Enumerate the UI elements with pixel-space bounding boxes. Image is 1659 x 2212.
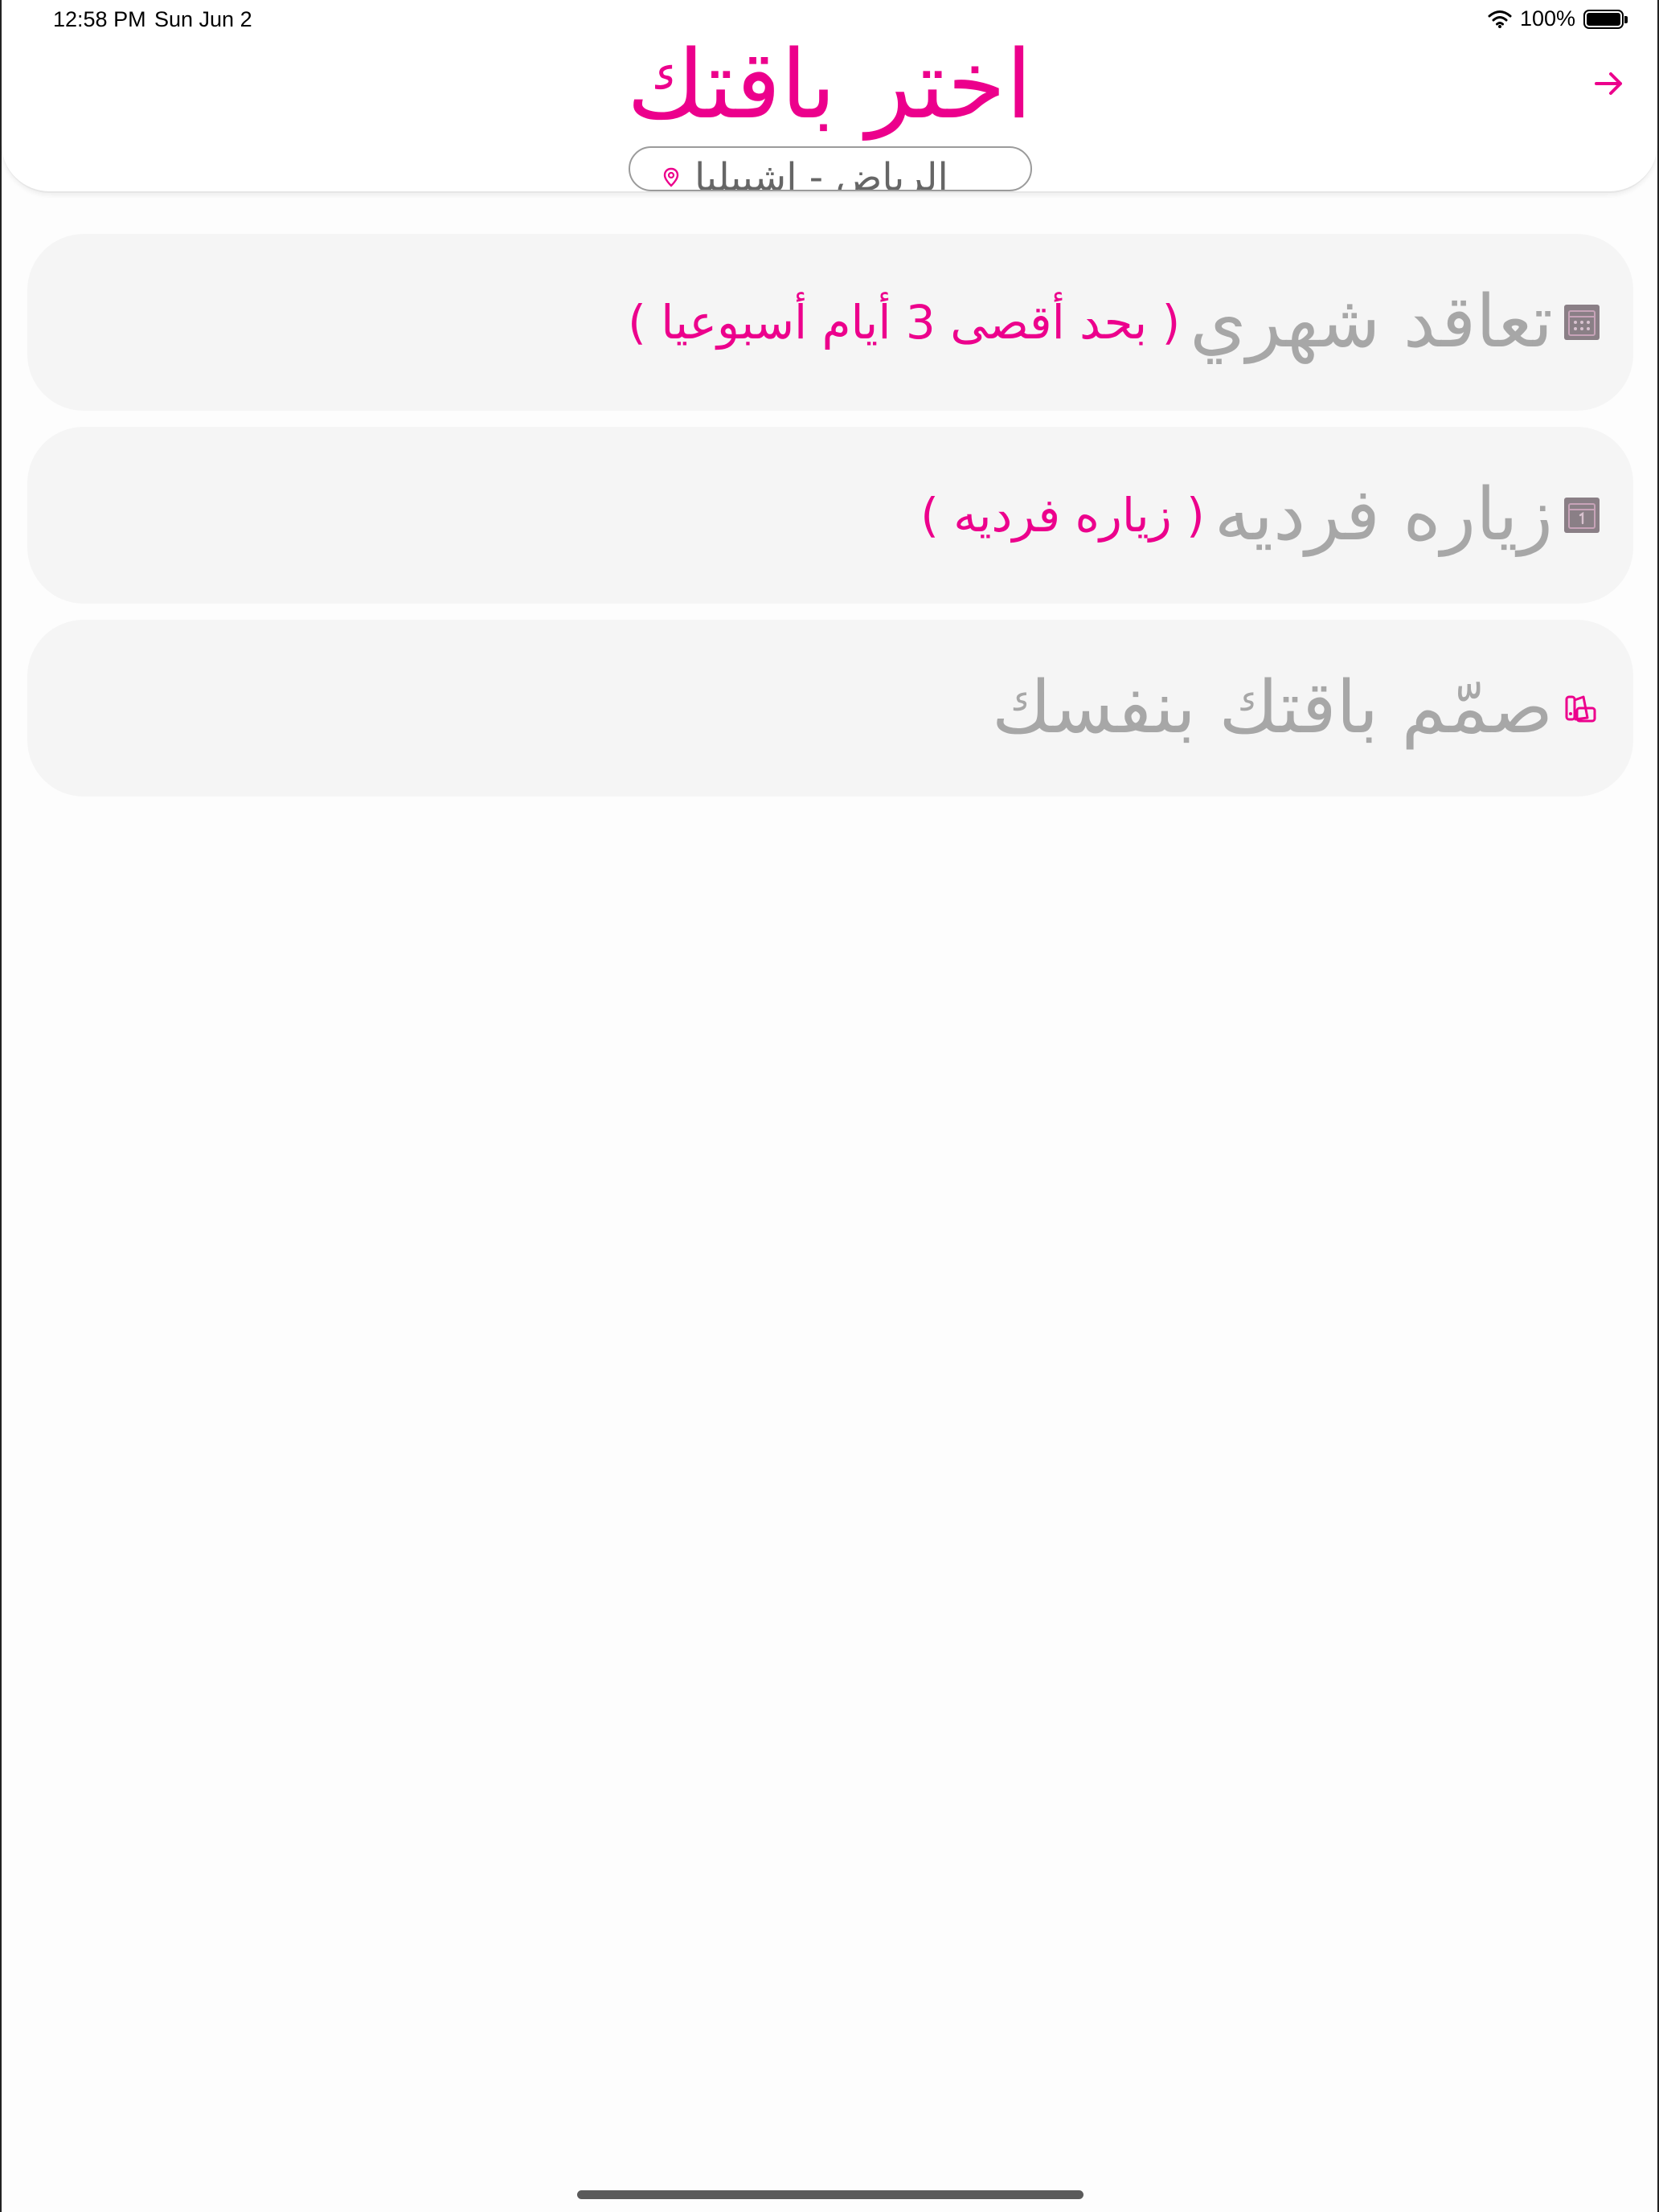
home-indicator	[577, 2190, 1083, 2199]
package-note: ( بحد أقصى 3 أيام أسبوعيا )	[628, 295, 1181, 350]
map-pin-icon	[663, 167, 679, 187]
wifi-icon	[1488, 10, 1512, 28]
package-card-single-visit[interactable]: زياره فرديه ( زياره فرديه )	[27, 427, 1633, 604]
package-note: ( زياره فرديه )	[920, 488, 1205, 543]
battery-icon	[1583, 9, 1628, 29]
location-text: الرياض - اشبيليا	[694, 155, 948, 191]
package-card-custom[interactable]: صمّم باقتك بنفسك	[27, 620, 1633, 797]
battery-fill	[1587, 12, 1620, 26]
arrow-right-icon[interactable]	[1593, 69, 1625, 98]
location-selector[interactable]: الرياض - اشبيليا	[629, 146, 1032, 191]
status-bar: 12:58 PM Sun Jun 2 100%	[2, 0, 1657, 39]
calendar-single-day-icon	[1564, 498, 1600, 533]
package-title: زياره فرديه	[1214, 473, 1553, 557]
calendar-grid-icon	[1564, 305, 1600, 340]
status-date: Sun Jun 2	[154, 7, 252, 31]
design-shapes-icon	[1565, 695, 1596, 723]
app-screen: اختر باقتك الرياض - اشبيليا 12:58 PM Sun…	[0, 0, 1659, 2212]
package-title: صمّم باقتك بنفسك	[992, 666, 1553, 750]
package-card-monthly[interactable]: تعاقد شهري ( بحد أقصى 3 أيام أسبوعيا )	[27, 234, 1633, 411]
battery-percent: 100%	[1519, 6, 1575, 31]
status-time: 12:58 PM	[53, 7, 146, 31]
package-title: تعاقد شهري	[1190, 280, 1553, 364]
page-title: اختر باقتك	[626, 29, 1033, 140]
